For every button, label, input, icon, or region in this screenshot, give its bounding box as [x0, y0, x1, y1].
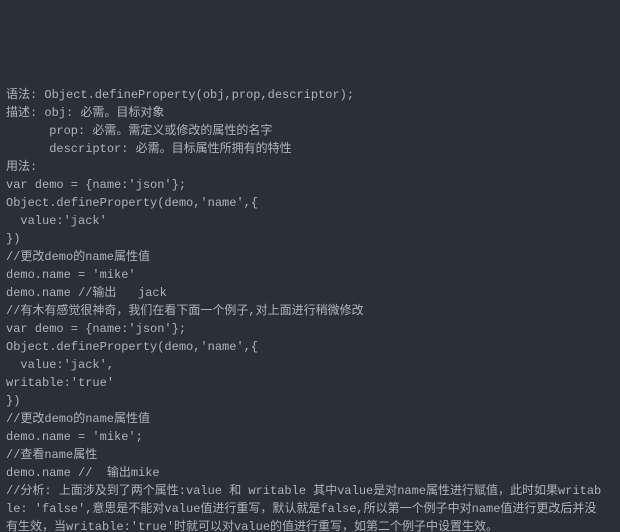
code-line-18: //更改demo的name属性值 — [6, 410, 614, 428]
code-line-19: demo.name = 'mike'; — [6, 428, 614, 446]
code-line-23: le: 'false',意思是不能对value值进行重写，默认就是false,所… — [6, 500, 614, 518]
code-line-14: Object.defineProperty(demo,'name',{ — [6, 338, 614, 356]
code-line-0: 语法: Object.defineProperty(obj,prop,descr… — [6, 86, 614, 104]
code-line-24: 有生效，当writable:'true'时就可以对value的值进行重写，如第二… — [6, 518, 614, 532]
code-line-2: prop: 必需。需定义或修改的属性的名字 — [6, 122, 614, 140]
code-line-20: //查看name属性 — [6, 446, 614, 464]
code-line-11: demo.name //输出 jack — [6, 284, 614, 302]
code-line-9: //更改demo的name属性值 — [6, 248, 614, 266]
code-block: 语法: Object.defineProperty(obj,prop,descr… — [6, 86, 614, 532]
code-line-5: var demo = {name:'json'}; — [6, 176, 614, 194]
code-line-15: value:'jack', — [6, 356, 614, 374]
code-line-6: Object.defineProperty(demo,'name',{ — [6, 194, 614, 212]
code-line-21: demo.name // 输出mike — [6, 464, 614, 482]
code-line-22: //分析: 上面涉及到了两个属性:value 和 writable 其中valu… — [6, 482, 614, 500]
code-line-8: }) — [6, 230, 614, 248]
code-line-17: }) — [6, 392, 614, 410]
code-line-7: value:'jack' — [6, 212, 614, 230]
code-line-1: 描述: obj: 必需。目标对象 — [6, 104, 614, 122]
code-line-4: 用法: — [6, 158, 614, 176]
code-line-10: demo.name = 'mike' — [6, 266, 614, 284]
code-line-13: var demo = {name:'json'}; — [6, 320, 614, 338]
code-line-12: //有木有感觉很神奇，我们在看下面一个例子,对上面进行稍微修改 — [6, 302, 614, 320]
code-line-3: descriptor: 必需。目标属性所拥有的特性 — [6, 140, 614, 158]
code-line-16: writable:'true' — [6, 374, 614, 392]
